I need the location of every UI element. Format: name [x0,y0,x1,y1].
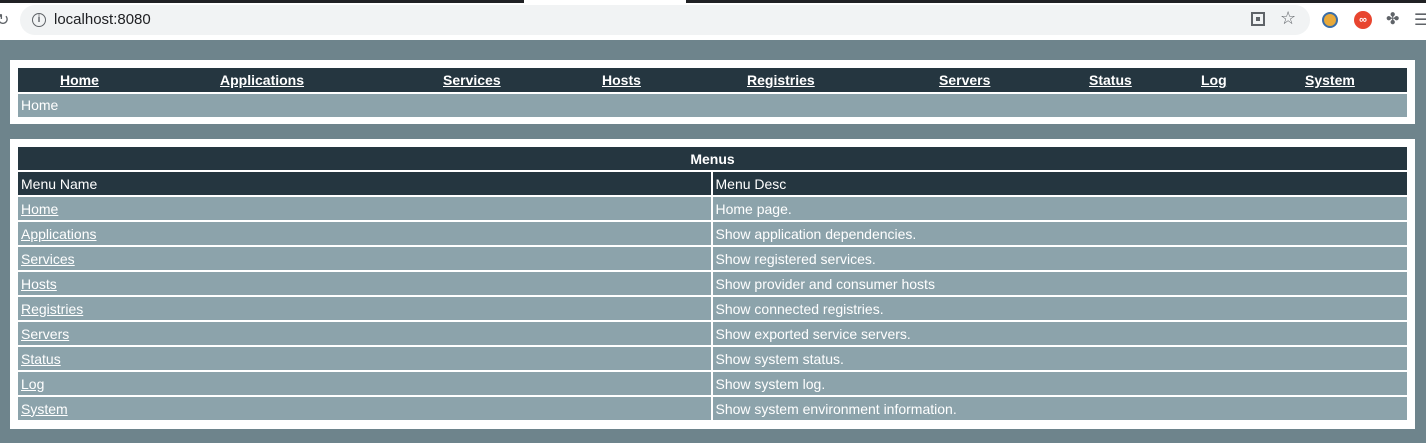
menu-desc: Show system status. [712,345,1407,370]
table-row: Status Show system status. [18,345,1407,370]
menu-desc: Show system log. [712,370,1407,395]
nav-status-link[interactable]: Status [1089,72,1132,88]
menu-desc: Show exported service servers. [712,320,1407,345]
table-row: Home Home page. [18,195,1407,220]
menus-table: Menus Menu Name Menu Desc Home Home page… [18,147,1407,420]
nav-home-link[interactable]: Home [60,72,99,88]
menu-desc: Show registered services. [712,245,1407,270]
menu-desc: Show connected registries. [712,295,1407,320]
extension-owl-icon[interactable] [1322,12,1338,28]
nav-servers-link[interactable]: Servers [939,72,990,88]
url-text[interactable]: localhost:8080 [54,11,151,28]
column-header-menu-desc: Menu Desc [712,170,1407,195]
browser-menu-icon[interactable]: ☰ [1414,10,1426,30]
site-info-icon[interactable]: i [32,13,46,27]
address-bar[interactable]: i localhost:8080 ☆ [20,5,1310,35]
menu-link-home[interactable]: Home [21,201,58,217]
menu-desc: Home page. [712,195,1407,220]
menu-desc: Show provider and consumer hosts [712,270,1407,295]
nav-log-link[interactable]: Log [1201,72,1227,88]
nav-services-link[interactable]: Services [443,72,501,88]
extension-infinity-icon[interactable]: ∞ [1354,11,1372,29]
browser-toolbar: ↻ i localhost:8080 ☆ ∞ ✤ ☰ [0,0,1426,40]
extensions-puzzle-icon[interactable]: ✤ [1386,9,1399,29]
menu-link-hosts[interactable]: Hosts [21,276,57,292]
table-row: Registries Show connected registries. [18,295,1407,320]
menu-desc: Show system environment information. [712,395,1407,420]
menu-link-status[interactable]: Status [21,351,61,367]
table-row: Hosts Show provider and consumer hosts [18,270,1407,295]
table-row: Applications Show application dependenci… [18,220,1407,245]
column-header-menu-name: Menu Name [18,170,713,195]
navigation-panel: Home Applications Services Hosts Registr… [10,60,1415,124]
tab-strip-left [0,0,524,3]
top-navbar: Home Applications Services Hosts Registr… [18,68,1407,92]
table-row: System Show system environment informati… [18,395,1407,420]
menu-link-registries[interactable]: Registries [21,301,83,317]
nav-applications-link[interactable]: Applications [220,72,304,88]
menus-panel: Menus Menu Name Menu Desc Home Home page… [10,139,1415,429]
table-row: Servers Show exported service servers. [18,320,1407,345]
breadcrumb: Home [18,94,1407,117]
menus-table-title: Menus [18,147,1407,170]
menu-link-servers[interactable]: Servers [21,326,69,342]
menu-desc: Show application dependencies. [712,220,1407,245]
table-row: Services Show registered services. [18,245,1407,270]
nav-registries-link[interactable]: Registries [747,72,815,88]
qr-code-icon[interactable] [1251,12,1265,26]
nav-system-link[interactable]: System [1305,72,1355,88]
tab-strip-right [686,0,1426,3]
menu-link-applications[interactable]: Applications [21,226,97,242]
menu-link-log[interactable]: Log [21,376,44,392]
table-row: Log Show system log. [18,370,1407,395]
menu-link-system[interactable]: System [21,401,68,417]
bookmark-star-icon[interactable]: ☆ [1280,8,1296,29]
menu-link-services[interactable]: Services [21,251,75,267]
reload-icon[interactable]: ↻ [0,10,9,30]
nav-hosts-link[interactable]: Hosts [602,72,641,88]
menus-table-header: Menu Name Menu Desc [18,170,1407,195]
